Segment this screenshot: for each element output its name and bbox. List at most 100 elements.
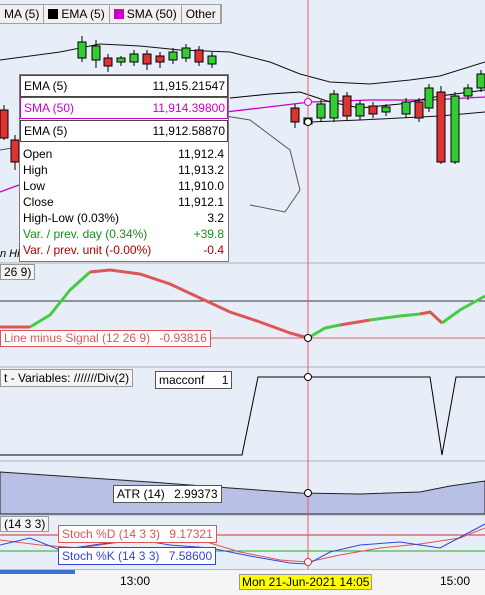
tooltip-high-low: High-Low (0.03%) 3.2 bbox=[20, 210, 226, 226]
candle-bear bbox=[103, 54, 113, 72]
variables-line bbox=[0, 376, 485, 456]
tooltip-value: 11,914.39800 bbox=[152, 101, 225, 115]
indicator-legend: MA (5) EMA (5) SMA (50) Other bbox=[0, 4, 222, 24]
candle-bull bbox=[181, 44, 191, 62]
tooltip-value: +39.8 bbox=[193, 227, 224, 241]
stoch-panel-title[interactable]: (14 3 3) bbox=[0, 516, 50, 532]
macd-line-down-right-2 bbox=[419, 310, 444, 325]
stoch-k-label: Stoch %K (14 3 3) bbox=[62, 549, 160, 563]
time-tick: 13:00 bbox=[120, 574, 151, 588]
price-tooltip: EMA (5) 11,915.21547 SMA (50) 11,914.398… bbox=[19, 74, 229, 262]
macd-line-up-left bbox=[29, 270, 92, 329]
candle-bull bbox=[316, 100, 326, 122]
tooltip-ema-top: EMA (5) 11,915.21547 bbox=[20, 75, 228, 97]
macconf-tag: macconf 1 bbox=[155, 371, 233, 389]
candle-bear bbox=[155, 52, 165, 68]
cursor-marker-macd bbox=[304, 334, 312, 342]
tooltip-high: High 11,913.2 bbox=[20, 162, 226, 178]
cursor-time-label: Mon 21-Jun-2021 14:05 bbox=[239, 574, 373, 590]
macd-panel-title[interactable]: 26 9) bbox=[0, 264, 36, 280]
macd-line-down bbox=[89, 268, 309, 340]
tooltip-label: SMA (50) bbox=[24, 101, 75, 115]
cursor-marker-sma bbox=[304, 98, 312, 106]
candle-bear bbox=[414, 98, 424, 122]
legend-label: MA (5) bbox=[4, 7, 40, 21]
macd-signal-text: Line minus Signal (12 26 9) bbox=[4, 331, 151, 345]
candle-bear bbox=[342, 92, 352, 120]
atr-area bbox=[0, 471, 485, 515]
tooltip-label: High bbox=[23, 163, 48, 177]
candle-bull bbox=[476, 70, 485, 92]
legend-swatch-icon bbox=[48, 9, 59, 19]
candle-bear bbox=[0, 105, 9, 140]
cursor-marker-variables bbox=[304, 373, 312, 381]
legend-label: SMA (50) bbox=[126, 7, 177, 21]
tooltip-label: EMA (5) bbox=[24, 124, 68, 138]
candle-bear bbox=[436, 86, 446, 164]
cursor-marker-stoch bbox=[304, 558, 312, 566]
candle-bear bbox=[142, 50, 152, 70]
candle-bear bbox=[194, 46, 204, 66]
atr-tag: ATR (14) 2.99373 bbox=[113, 485, 222, 503]
macd-line-up-right bbox=[307, 323, 341, 340]
candle-bull bbox=[424, 84, 434, 112]
legend-item-ema[interactable]: EMA (5) bbox=[44, 5, 110, 23]
candle-bull bbox=[355, 100, 365, 120]
candle-bull bbox=[329, 90, 339, 122]
macd-line-up-right-2 bbox=[369, 312, 421, 322]
tooltip-value: 11,913.2 bbox=[178, 163, 224, 177]
tooltip-label: Close bbox=[23, 195, 54, 209]
scroll-indicator[interactable] bbox=[0, 570, 75, 574]
legend-label: EMA (5) bbox=[61, 7, 105, 21]
tooltip-sma: SMA (50) 11,914.39800 bbox=[20, 97, 228, 119]
tooltip-open: Open 11,912.4 bbox=[20, 146, 226, 162]
tooltip-value: 11,912.1 bbox=[178, 195, 224, 209]
legend-item-sma[interactable]: SMA (50) bbox=[110, 5, 182, 23]
macconf-value: 1 bbox=[221, 373, 229, 387]
candle-bull bbox=[168, 48, 178, 64]
stoch-d-tag: Stoch %D (14 3 3) 9.17321 bbox=[58, 525, 217, 543]
legend-label: Other bbox=[185, 7, 216, 21]
macd-signal-label: Line minus Signal (12 26 9) -0.93816 bbox=[0, 330, 211, 347]
stoch-title-text: (14 3 3) bbox=[4, 517, 46, 531]
tooltip-label: Low bbox=[23, 179, 46, 193]
tooltip-value: 11,910.0 bbox=[178, 179, 224, 193]
tooltip-label: High-Low (0.03%) bbox=[23, 211, 120, 225]
macconf-label: macconf bbox=[159, 373, 205, 387]
time-axis[interactable]: 13:00 Mon 21-Jun-2021 14:05 15:00 bbox=[0, 569, 485, 595]
tooltip-label: EMA (5) bbox=[24, 79, 68, 93]
tooltip-value: 3.2 bbox=[207, 211, 224, 225]
tooltip-close: Close 11,912.1 bbox=[20, 194, 226, 210]
legend-item-other[interactable]: Other bbox=[182, 5, 221, 23]
tooltip-var-prev-day: Var. / prev. day (0.34%) +39.8 bbox=[20, 226, 226, 242]
legend-swatch-icon bbox=[113, 9, 124, 19]
tooltip-label: Var. / prev. day (0.34%) bbox=[23, 227, 148, 241]
macd-signal-value: -0.93816 bbox=[159, 331, 207, 345]
candle-bull bbox=[401, 98, 411, 118]
atr-label: ATR (14) bbox=[117, 487, 165, 501]
cursor-marker-price bbox=[304, 118, 312, 126]
tooltip-value: 11,912.4 bbox=[178, 147, 224, 161]
tooltip-value: 11,912.58870 bbox=[152, 124, 225, 138]
tooltip-label: Open bbox=[23, 147, 53, 161]
stoch-k-tag: Stoch %K (14 3 3) 7.58600 bbox=[58, 547, 217, 565]
cursor-hint-text: n Hi bbox=[0, 248, 20, 260]
candle-bull bbox=[77, 36, 87, 62]
candle-bear bbox=[10, 135, 20, 170]
tooltip-var-prev-unit: Var. / prev. unit (-0.00%) -0.4 bbox=[20, 242, 226, 258]
macd-title-text: 26 9) bbox=[4, 265, 32, 279]
candle-bull bbox=[116, 56, 126, 66]
macd-line-up-right-3 bbox=[441, 294, 485, 325]
stoch-k-value: 7.58600 bbox=[168, 549, 213, 563]
time-tick: 15:00 bbox=[440, 574, 471, 588]
tooltip-ema-bottom: EMA (5) 11,912.58870 bbox=[20, 120, 228, 142]
variables-panel-title[interactable]: t - Variables: ///////Div(2) bbox=[0, 369, 134, 387]
candle-bull bbox=[450, 92, 460, 164]
stoch-d-label: Stoch %D (14 3 3) bbox=[62, 527, 161, 541]
stoch-d-value: 9.17321 bbox=[169, 527, 213, 541]
candle-bear bbox=[290, 104, 300, 128]
candle-bull bbox=[207, 52, 217, 68]
candle-bull bbox=[129, 50, 139, 66]
legend-item-ma[interactable]: MA (5) bbox=[0, 5, 45, 23]
cursor-marker-atr bbox=[304, 489, 312, 497]
